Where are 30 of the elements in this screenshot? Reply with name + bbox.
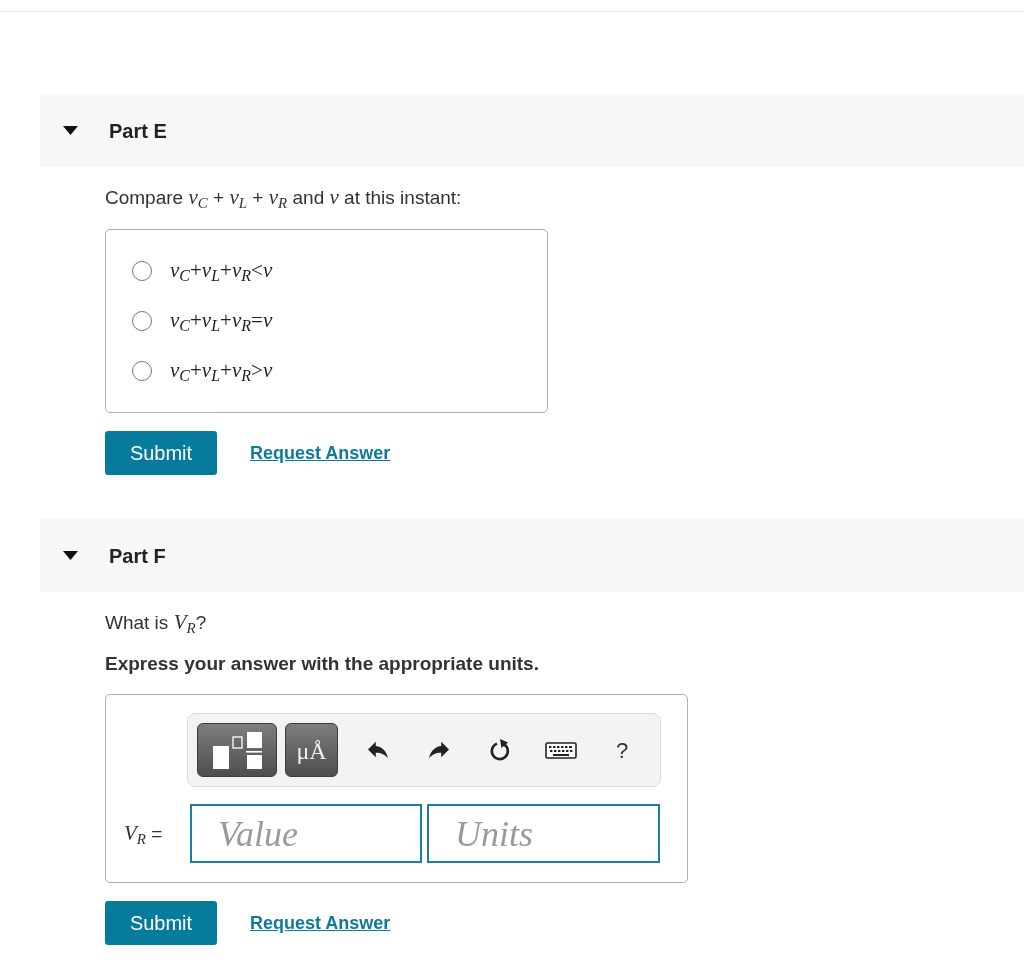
caret-icon[interactable] [63,551,78,560]
radio-button[interactable] [132,311,152,331]
option-label[interactable]: v$_{C}$+v$_{L}$+v$_{R}$>v [170,355,273,387]
template-icon [212,731,262,769]
request-answer-link[interactable]: Request Answer [250,439,391,467]
answer-variable-label: V$_{R}$ = [124,819,164,849]
caret-icon[interactable] [63,126,78,135]
redo-icon [429,741,449,759]
part-title: Part F [109,543,166,569]
radio-button[interactable] [132,361,152,381]
request-answer-link[interactable]: Request Answer [250,909,391,937]
question-text: What is V$_{R}$? [105,611,208,634]
undo-icon [368,741,388,759]
radio-button[interactable] [132,261,152,281]
part-title: Part E [109,118,167,144]
question-text: Compare v$_{C}$ + v$_{L}$ + v$_{R}$ and v at this instant: [105,186,463,209]
submit-button[interactable]: Submit [105,901,217,945]
keyboard-icon [545,741,577,759]
help-button[interactable]: ? [602,730,642,770]
reset-icon [489,738,511,762]
part-header[interactable]: Part F [40,519,1024,592]
part-header[interactable]: Part E [40,94,1024,167]
value-field[interactable]: Value [190,804,422,863]
units-button[interactable]: μÅ [285,723,338,777]
option-label[interactable]: v$_{C}$+v$_{L}$+v$_{R}$<v [170,255,273,287]
units-field[interactable]: Units [427,804,660,863]
templates-button[interactable] [197,723,277,777]
instruction-text: Express your answer with the appropriate units. [105,653,540,675]
option-label[interactable]: v$_{C}$+v$_{L}$+v$_{R}$=v [170,305,273,337]
submit-button[interactable]: Submit [105,431,217,475]
